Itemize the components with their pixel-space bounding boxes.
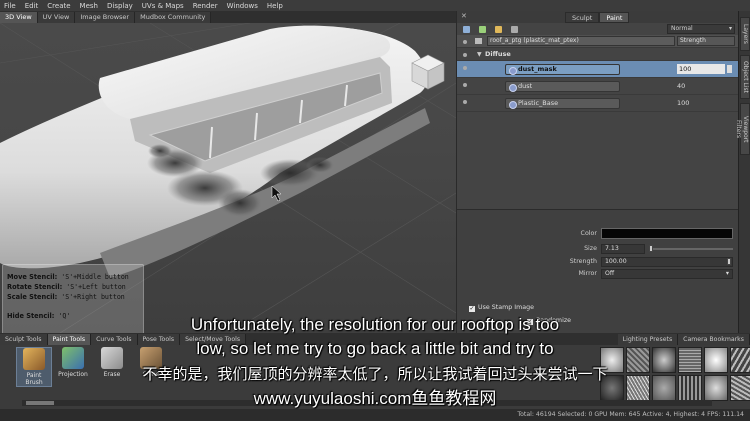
- tab-image-browser[interactable]: Image Browser: [75, 12, 136, 23]
- strength-slider-knob[interactable]: [727, 258, 731, 265]
- size-label: Size: [584, 245, 597, 252]
- diffuse-group-label: Diffuse: [485, 50, 511, 58]
- layer-opacity-value[interactable]: 100: [677, 64, 725, 74]
- menu-mesh[interactable]: Mesh: [80, 2, 98, 10]
- paint-layer-name: roof_a_ptg (plastic_mat_ptex): [487, 36, 675, 46]
- trash-icon[interactable]: [511, 25, 518, 33]
- layers-panel: ✕ Sculpt Paint Normal roof_a_ptg (plasti…: [456, 11, 739, 333]
- strength-field[interactable]: 100.00: [601, 257, 733, 267]
- size-field[interactable]: 7.13: [601, 244, 645, 254]
- layer-toolbar: Normal: [457, 23, 738, 35]
- diffuse-group-row[interactable]: ▼ Diffuse: [457, 48, 738, 61]
- layer-row-dust[interactable]: dust 40: [457, 78, 738, 95]
- tab-layers[interactable]: Layers: [740, 17, 750, 51]
- layer-opacity-value[interactable]: 100: [677, 99, 689, 107]
- size-slider-knob[interactable]: [649, 245, 653, 252]
- menu-bar: File Edit Create Mesh Display UVs & Maps…: [0, 0, 750, 11]
- rotate-stencil-hint: Rotate Stencil: 'S'+Left button: [7, 283, 126, 291]
- tab-3d-view[interactable]: 3D View: [0, 12, 38, 23]
- menu-uvs-maps[interactable]: UVs & Maps: [142, 2, 184, 10]
- status-text: Total: 46194 Selected: 0 GPU Mem: 645 Ac…: [517, 411, 744, 418]
- subtitle-english-line-2: low, so let me try to go back a little b…: [196, 339, 554, 358]
- layer-marker-icon[interactable]: [727, 65, 732, 73]
- new-layer-icon[interactable]: [463, 25, 470, 33]
- paint-layer-icon: [475, 38, 482, 44]
- menu-edit[interactable]: Edit: [25, 2, 39, 10]
- 3d-viewport[interactable]: Move Stencil: 'S'+Middle button Rotate S…: [0, 23, 456, 333]
- strength-header: Strength: [677, 36, 735, 46]
- visibility-eye-icon[interactable]: [463, 40, 467, 44]
- tab-paint[interactable]: Paint: [599, 12, 630, 23]
- size-slider[interactable]: [649, 248, 733, 250]
- tab-mudbox-community[interactable]: Mudbox Community: [135, 12, 212, 23]
- color-swatch[interactable]: [601, 228, 733, 239]
- layer-name: dust: [505, 81, 620, 92]
- folder-icon[interactable]: [495, 25, 502, 33]
- close-icon[interactable]: ✕: [461, 12, 467, 20]
- collapse-triangle-icon[interactable]: ▼: [477, 51, 482, 58]
- visibility-eye-icon[interactable]: [463, 83, 467, 87]
- mirror-label: Mirror: [578, 270, 597, 277]
- status-bar: Total: 46194 Selected: 0 GPU Mem: 645 Ac…: [0, 409, 750, 421]
- visibility-eye-icon[interactable]: [463, 66, 467, 70]
- menu-file[interactable]: File: [4, 2, 16, 10]
- visibility-eye-icon[interactable]: [463, 100, 467, 104]
- layer-name: Plastic_Base: [505, 98, 620, 109]
- menu-display[interactable]: Display: [107, 2, 133, 10]
- layer-opacity-value[interactable]: 40: [677, 82, 685, 90]
- menu-windows[interactable]: Windows: [227, 2, 258, 10]
- layer-row-dust-mask[interactable]: dust_mask 100: [457, 61, 738, 78]
- menu-create[interactable]: Create: [47, 2, 70, 10]
- side-tabs: Layers Object List Viewport Filters: [735, 11, 750, 333]
- menu-render[interactable]: Render: [193, 2, 218, 10]
- menu-help[interactable]: Help: [267, 2, 283, 10]
- blend-mode-select[interactable]: Normal: [667, 24, 735, 34]
- layer-name: dust_mask: [505, 64, 620, 75]
- paint-layer-row[interactable]: roof_a_ptg (plastic_mat_ptex) Strength: [457, 35, 738, 48]
- color-label: Color: [580, 230, 597, 237]
- view-tabs: 3D View UV View Image Browser Mudbox Com…: [0, 11, 456, 23]
- tab-object-list[interactable]: Object List: [740, 55, 750, 99]
- panel-header: ✕ Sculpt Paint: [457, 11, 738, 23]
- layer-row-plastic-base[interactable]: Plastic_Base 100: [457, 95, 738, 112]
- tab-viewport-filters[interactable]: Viewport Filters: [735, 103, 750, 155]
- mirror-select[interactable]: Off: [601, 269, 733, 279]
- use-stamp-checkbox[interactable]: ✓ Use Stamp Image: [469, 304, 534, 312]
- duplicate-layer-icon[interactable]: [479, 25, 486, 33]
- visibility-eye-icon[interactable]: [463, 53, 467, 57]
- scale-stencil-hint: Scale Stencil: 'S'+Right button: [7, 293, 125, 301]
- move-stencil-hint: Move Stencil: 'S'+Middle button: [7, 273, 129, 281]
- subtitle-chinese-line: 不幸的是，我们屋顶的分辨率太低了，所以让我试着回过头来尝试一下: [142, 366, 608, 383]
- tab-uv-view[interactable]: UV View: [37, 12, 76, 23]
- tab-sculpt[interactable]: Sculpt: [565, 12, 600, 23]
- strength-label: Strength: [569, 258, 597, 265]
- subtitle-website: www.yuyulaoshi.com鱼鱼教程网: [253, 389, 497, 408]
- subtitle-english-line-1: Unfortunately, the resolution for our ro…: [190, 315, 560, 334]
